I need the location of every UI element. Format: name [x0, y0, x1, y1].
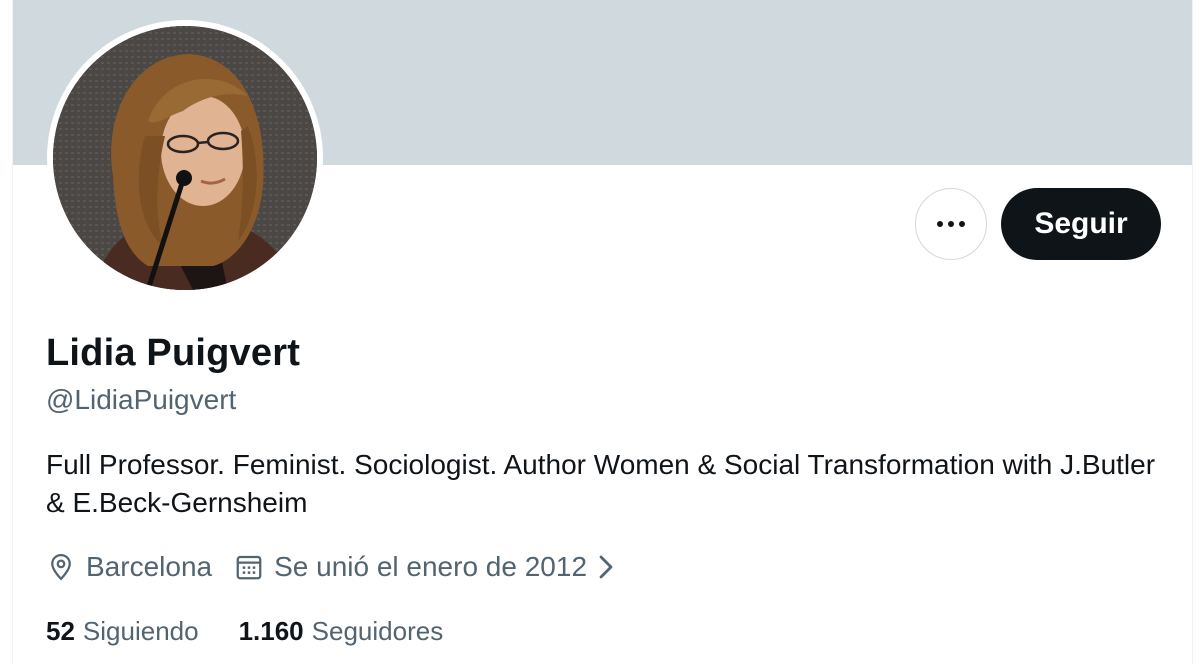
profile-page: Seguir Lidia Puigvert @LidiaPuigvert Ful…: [12, 0, 1193, 664]
more-horizontal-icon: [937, 221, 965, 227]
avatar-illustration: [53, 26, 317, 290]
profile-name: Lidia Puigvert: [46, 332, 301, 374]
calendar-icon: [236, 555, 262, 580]
profile-meta: Barcelona Se unió el enero de 2012: [46, 551, 639, 583]
followers-label: Seguidores: [311, 616, 444, 646]
follow-button[interactable]: Seguir: [1001, 188, 1161, 260]
profile-stats: 52 Siguiendo 1.160 Seguidores: [46, 616, 483, 647]
location-pin-icon: [51, 553, 71, 581]
followers-count: 1.160: [238, 616, 304, 646]
following-label: Siguiendo: [82, 616, 199, 646]
profile-bio: Full Professor. Feminist. Sociologist. A…: [46, 449, 1156, 518]
more-options-button[interactable]: [915, 188, 987, 260]
following-count: 52: [46, 616, 75, 646]
location-item: Barcelona: [46, 551, 212, 583]
joined-item[interactable]: Se unió el enero de 2012: [234, 551, 617, 583]
joined-text: Se unió el enero de 2012: [274, 551, 588, 582]
followers-link[interactable]: 1.160 Seguidores: [239, 616, 444, 647]
avatar-photo: [53, 26, 317, 290]
profile-avatar[interactable]: [47, 20, 323, 296]
profile-handle: @LidiaPuigvert: [46, 384, 237, 415]
location-text: Barcelona: [86, 551, 213, 582]
following-link[interactable]: 52 Siguiendo: [46, 616, 199, 647]
chevron-right-icon: [599, 555, 613, 579]
